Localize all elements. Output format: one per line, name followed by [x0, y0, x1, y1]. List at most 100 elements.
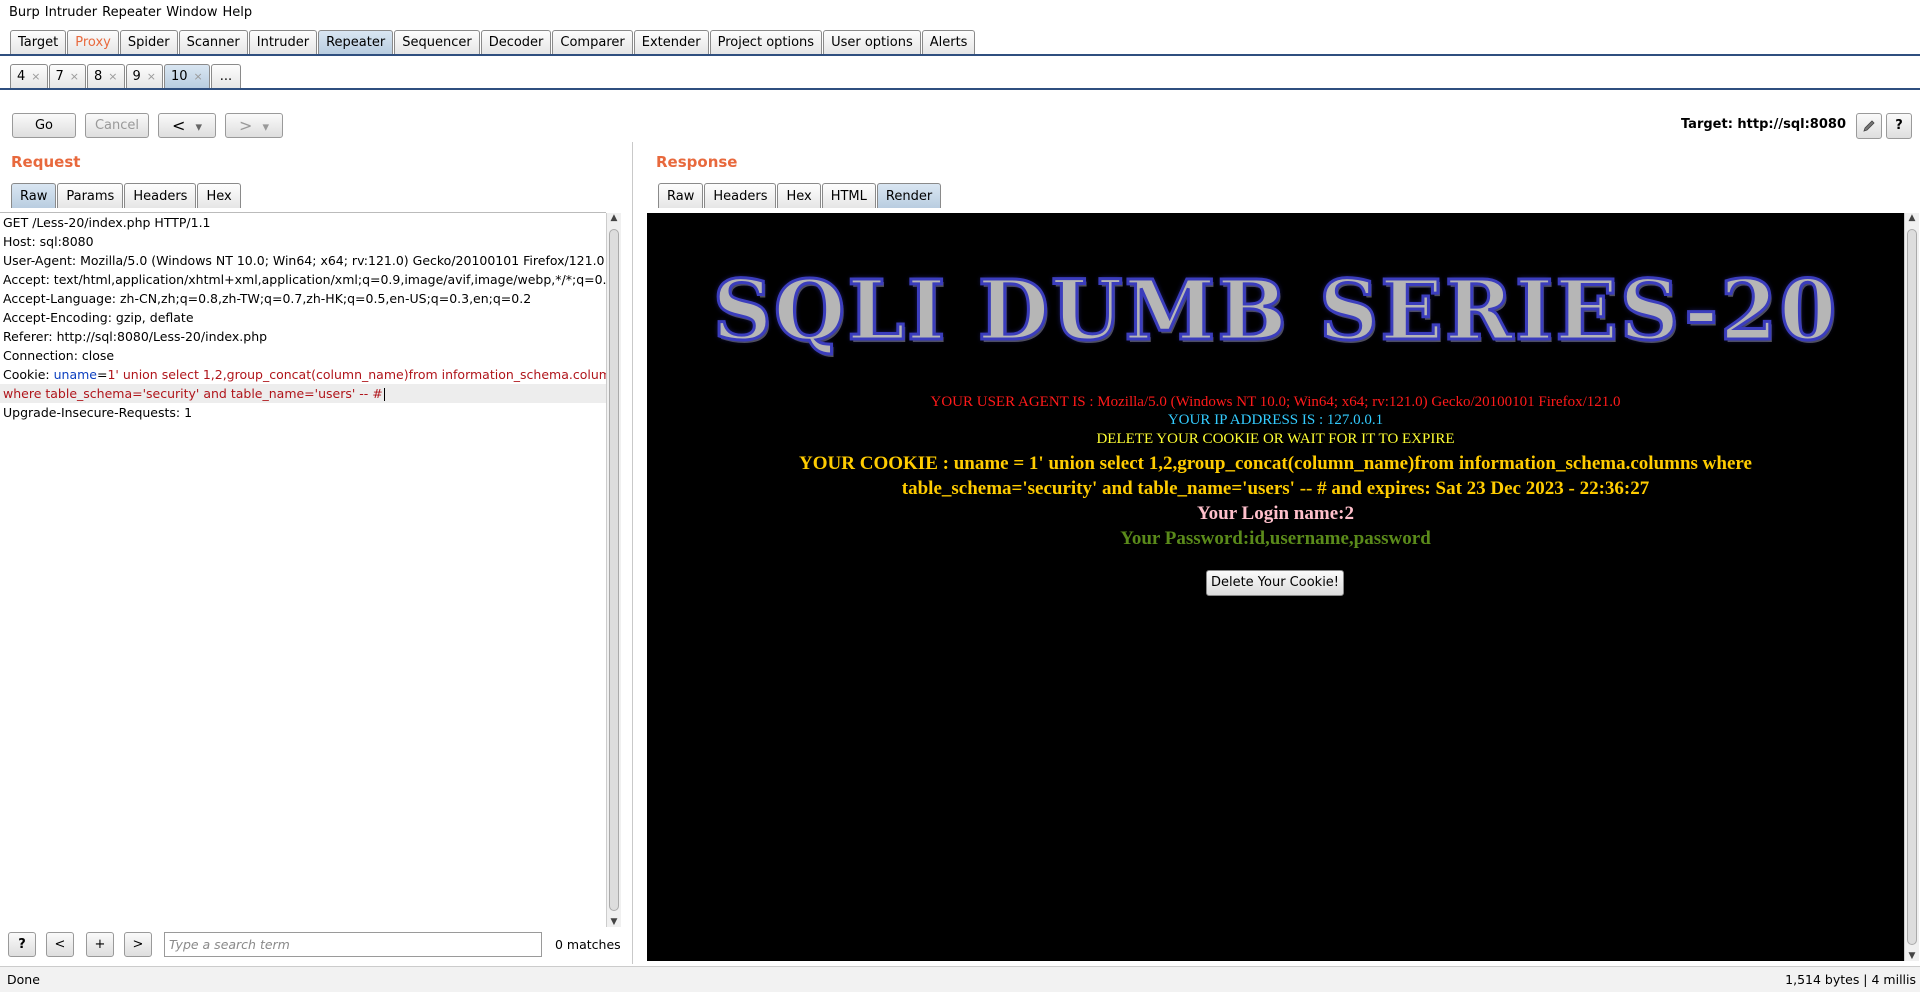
back-button[interactable]: < ▾ — [158, 113, 216, 138]
menu-help[interactable]: Help — [223, 5, 253, 20]
request-line: Connection: close — [3, 348, 115, 363]
tab-hex[interactable]: Hex — [197, 183, 241, 208]
tab-spider[interactable]: Spider — [119, 30, 178, 54]
ip-address-text: YOUR IP ADDRESS IS : 127.0.0.1 — [1167, 412, 1384, 428]
tab-intruder[interactable]: Intruder — [248, 30, 318, 54]
menu-bar: Burp Intruder Repeater Window Help — [0, 0, 1920, 24]
tab-headers[interactable]: Headers — [124, 183, 197, 208]
delete-cookie-notice: DELETE YOUR COOKIE OR WAIT FOR IT TO EXP… — [1096, 431, 1455, 447]
menu-burp[interactable]: Burp — [9, 5, 40, 20]
tab-extender[interactable]: Extender — [633, 30, 709, 54]
request-scrollbar[interactable]: ▲ ▼ — [606, 213, 621, 927]
cookie-prefix: Cookie: — [3, 367, 54, 382]
scroll-up-icon[interactable]: ▲ — [607, 213, 621, 223]
repeater-sub-tabs: 4 × 7 × 8 × 9 × 10 × ... — [10, 64, 242, 88]
request-editor[interactable]: GET /Less-20/index.php HTTP/1.1 Host: sq… — [0, 212, 606, 927]
menu-window[interactable]: Window — [166, 5, 217, 20]
request-line: GET /Less-20/index.php HTTP/1.1 — [3, 215, 211, 230]
repeater-tab-label: 4 — [17, 69, 26, 84]
tab-user-options[interactable]: User options — [823, 30, 921, 54]
response-stats: 1,514 bytes | 4 millis — [1785, 972, 1916, 987]
tab-decoder[interactable]: Decoder — [480, 30, 552, 54]
repeater-tab-9[interactable]: 9 × — [125, 64, 163, 88]
repeater-tab-label: 10 — [171, 69, 188, 84]
repeater-tab-8[interactable]: 8 × — [87, 64, 125, 88]
cookie-eq: = — [97, 367, 108, 382]
search-matches: 0 matches — [555, 937, 621, 952]
edit-target-button[interactable] — [1856, 113, 1882, 139]
menu-intruder[interactable]: Intruder — [45, 5, 97, 20]
password-text: Your Password:id,username,password — [1120, 528, 1431, 549]
response-scrollbar[interactable]: ▲ ▼ — [1904, 213, 1919, 961]
request-view-tabs: Raw Params Headers Hex — [11, 183, 242, 208]
request-title: Request — [11, 153, 81, 171]
search-next-button[interactable]: > — [124, 932, 152, 957]
close-icon[interactable]: × — [194, 70, 203, 83]
repeater-tab-7[interactable]: 7 × — [48, 64, 86, 88]
tab-raw[interactable]: Raw — [658, 183, 704, 208]
tab-comparer[interactable]: Comparer — [552, 30, 633, 54]
tab-alerts[interactable]: Alerts — [921, 30, 976, 54]
go-button[interactable]: Go — [12, 113, 76, 138]
repeater-tab-label: 9 — [132, 69, 141, 84]
request-line: Accept-Language: zh-CN,zh;q=0.8,zh-TW;q=… — [3, 291, 532, 306]
back-arrow-icon: < — [171, 116, 186, 135]
tab-repeater[interactable]: Repeater — [318, 30, 394, 54]
delete-cookie-button[interactable]: Delete Your Cookie! — [1206, 570, 1344, 596]
search-prev-button[interactable]: < — [46, 932, 74, 957]
dropdown-icon: ▾ — [195, 120, 203, 135]
request-line: Upgrade-Insecure-Requests: 1 — [3, 405, 193, 420]
new-tab-button[interactable]: ... — [210, 64, 242, 88]
tab-sequencer[interactable]: Sequencer — [394, 30, 480, 54]
target-label: Target: http://sql:8080 — [1680, 117, 1846, 132]
response-view-tabs: Raw Headers Hex HTML Render — [658, 183, 942, 208]
help-button[interactable]: ? — [1886, 113, 1912, 139]
request-line: Host: sql:8080 — [3, 234, 94, 249]
request-line: User-Agent: Mozilla/5.0 (Windows NT 10.0… — [3, 253, 605, 268]
search-add-button[interactable]: + — [86, 932, 114, 957]
scroll-down-icon[interactable]: ▼ — [607, 917, 621, 927]
tab-raw[interactable]: Raw — [11, 183, 57, 208]
login-name-text: Your Login name:2 — [1197, 503, 1354, 524]
tab-headers[interactable]: Headers — [704, 183, 777, 208]
menu-repeater[interactable]: Repeater — [102, 5, 161, 20]
cookie-value: 1' union select 1,2,group_concat(column_… — [107, 367, 606, 382]
cookie-line: Cookie: uname=1' union select 1,2,group_… — [0, 365, 606, 384]
repeater-tab-label: 8 — [94, 69, 103, 84]
tab-target[interactable]: Target — [10, 30, 67, 54]
cookie-text: table_schema='security' and table_name='… — [901, 478, 1650, 499]
scrollbar-thumb[interactable] — [1907, 229, 1917, 945]
forward-button[interactable]: > ▾ — [225, 113, 283, 138]
repeater-tab-label: 7 — [55, 69, 64, 84]
cancel-button[interactable]: Cancel — [85, 113, 149, 138]
tab-project-options[interactable]: Project options — [709, 30, 823, 54]
split-pane-divider[interactable] — [632, 142, 633, 964]
tab-html[interactable]: HTML — [821, 183, 876, 208]
tab-render[interactable]: Render — [876, 183, 942, 208]
search-input[interactable] — [164, 932, 542, 957]
user-agent-text: YOUR USER AGENT IS : Mozilla/5.0 (Window… — [930, 394, 1621, 410]
close-icon[interactable]: × — [147, 70, 156, 83]
dropdown-icon: ▾ — [262, 120, 270, 135]
close-icon[interactable]: × — [31, 70, 40, 83]
tab-hex[interactable]: Hex — [777, 183, 821, 208]
repeater-tab-10[interactable]: 10 × — [164, 64, 210, 88]
request-line: Referer: http://sql:8080/Less-20/index.p… — [3, 329, 268, 344]
repeater-tab-4[interactable]: 4 × — [10, 64, 48, 88]
scroll-down-icon[interactable]: ▼ — [1905, 951, 1919, 961]
scrollbar-thumb[interactable] — [609, 229, 619, 911]
text-caret — [383, 388, 385, 401]
cookie-value: where table_schema='security' and table_… — [3, 386, 383, 401]
cookie-key: uname — [53, 367, 97, 382]
tab-proxy[interactable]: Proxy — [67, 30, 119, 54]
close-icon[interactable]: × — [108, 70, 117, 83]
tab-scanner[interactable]: Scanner — [178, 30, 248, 54]
close-icon[interactable]: × — [70, 70, 79, 83]
search-help-button[interactable]: ? — [8, 932, 36, 957]
scroll-up-icon[interactable]: ▲ — [1905, 213, 1919, 223]
tab-params[interactable]: Params — [57, 183, 124, 208]
forward-arrow-icon: > — [238, 116, 253, 135]
pencil-icon — [1863, 120, 1875, 132]
page-title: SQLI DUMB SERIES-20 — [711, 262, 1839, 361]
rendered-response: SQLI DUMB SERIES-20 YOUR USER AGENT IS :… — [647, 213, 1904, 961]
